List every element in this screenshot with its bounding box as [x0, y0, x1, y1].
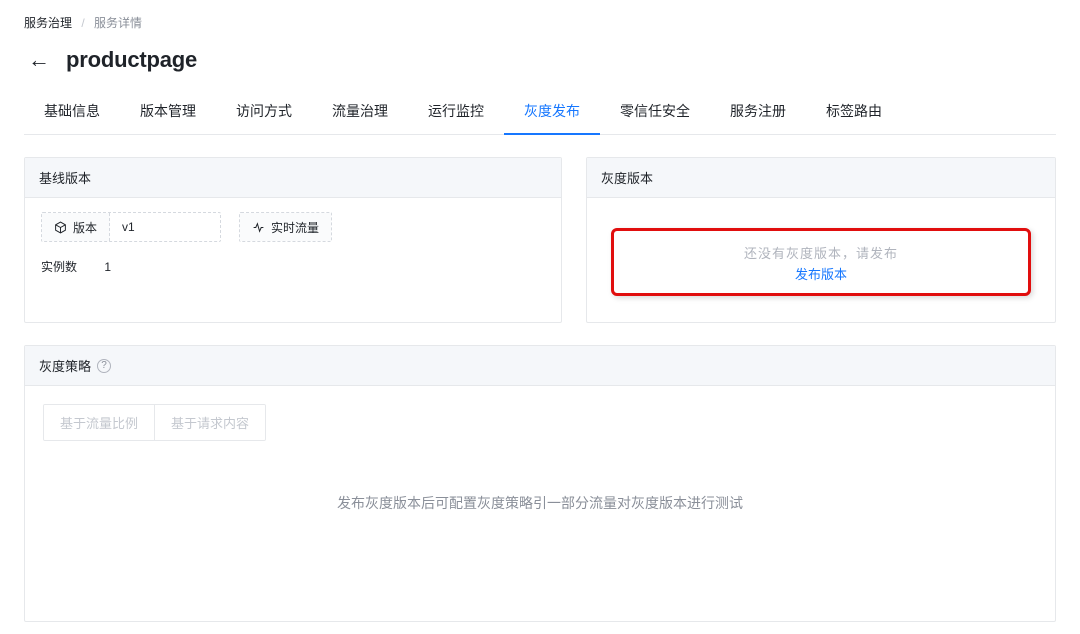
- realtime-tag-group: 实时流量: [239, 212, 332, 242]
- package-icon: [54, 221, 67, 234]
- back-arrow-icon[interactable]: ←: [24, 47, 54, 73]
- instances-value: 1: [104, 260, 111, 274]
- tab-zero-trust[interactable]: 零信任安全: [600, 91, 710, 134]
- title-row: ← productpage: [24, 43, 1056, 91]
- realtime-tag-lead: 实时流量: [240, 213, 331, 241]
- page-root: 服务治理 / 服务详情 ← productpage 基础信息 版本管理 访问方式…: [0, 0, 1080, 634]
- strategy-panel: 灰度策略 ? 基于流量比例 基于请求内容 发布灰度版本后可配置灰度策略引一部分流…: [24, 345, 1056, 622]
- breadcrumb: 服务治理 / 服务详情: [24, 12, 1056, 43]
- gray-panel: 灰度版本 还没有灰度版本，请发布 发布版本: [586, 157, 1056, 323]
- help-icon[interactable]: ?: [97, 359, 111, 373]
- gray-empty-hint: 还没有灰度版本，请发布: [630, 243, 1012, 262]
- breadcrumb-current: 服务详情: [94, 16, 142, 30]
- baseline-panel-title: 基线版本: [39, 168, 91, 187]
- tab-gray-release[interactable]: 灰度发布: [504, 91, 600, 135]
- tabs: 基础信息 版本管理 访问方式 流量治理 运行监控 灰度发布 零信任安全 服务注册…: [24, 91, 1056, 135]
- version-value: v1: [110, 213, 220, 241]
- breadcrumb-root[interactable]: 服务治理: [24, 16, 72, 30]
- strategy-panel-body: 基于流量比例 基于请求内容 发布灰度版本后可配置灰度策略引一部分流量对灰度版本进…: [25, 386, 1055, 621]
- gray-panel-title: 灰度版本: [601, 168, 653, 187]
- version-label: 版本: [73, 219, 97, 236]
- baseline-panel-header: 基线版本: [25, 158, 561, 198]
- version-tag-lead: 版本: [42, 213, 110, 241]
- instances-row: 实例数 1: [41, 258, 545, 275]
- realtime-label: 实时流量: [271, 219, 319, 236]
- publish-version-link[interactable]: 发布版本: [630, 264, 1012, 283]
- tab-version-manage[interactable]: 版本管理: [120, 91, 216, 134]
- tab-runtime-monitor[interactable]: 运行监控: [408, 91, 504, 134]
- tab-access-method[interactable]: 访问方式: [216, 91, 312, 134]
- baseline-version-row: 版本 v1 实时流量: [41, 212, 545, 242]
- strategy-request-content-button[interactable]: 基于请求内容: [154, 405, 265, 440]
- version-tag-group: 版本 v1: [41, 212, 221, 242]
- gray-panel-body: 还没有灰度版本，请发布 发布版本: [587, 198, 1055, 322]
- top-panels-row: 基线版本 版本 v1: [24, 157, 1056, 323]
- tab-basic-info[interactable]: 基础信息: [24, 91, 120, 134]
- breadcrumb-separator: /: [81, 16, 84, 30]
- strategy-traffic-ratio-button[interactable]: 基于流量比例: [44, 405, 154, 440]
- strategy-panel-title: 灰度策略: [39, 356, 91, 375]
- tab-label-route[interactable]: 标签路由: [806, 91, 902, 134]
- instances-label: 实例数: [41, 258, 101, 275]
- tab-service-register[interactable]: 服务注册: [710, 91, 806, 134]
- strategy-segmented-buttons: 基于流量比例 基于请求内容: [43, 404, 266, 441]
- tab-traffic-govern[interactable]: 流量治理: [312, 91, 408, 134]
- baseline-panel: 基线版本 版本 v1: [24, 157, 562, 323]
- baseline-panel-body: 版本 v1 实时流量 实例数: [25, 198, 561, 293]
- gray-empty-callout: 还没有灰度版本，请发布 发布版本: [611, 228, 1031, 296]
- page-title: productpage: [66, 47, 197, 73]
- strategy-panel-header: 灰度策略 ?: [25, 346, 1055, 386]
- gray-panel-header: 灰度版本: [587, 158, 1055, 198]
- activity-icon: [252, 221, 265, 234]
- strategy-empty-hint: 发布灰度版本后可配置灰度策略引一部分流量对灰度版本进行测试: [43, 441, 1037, 585]
